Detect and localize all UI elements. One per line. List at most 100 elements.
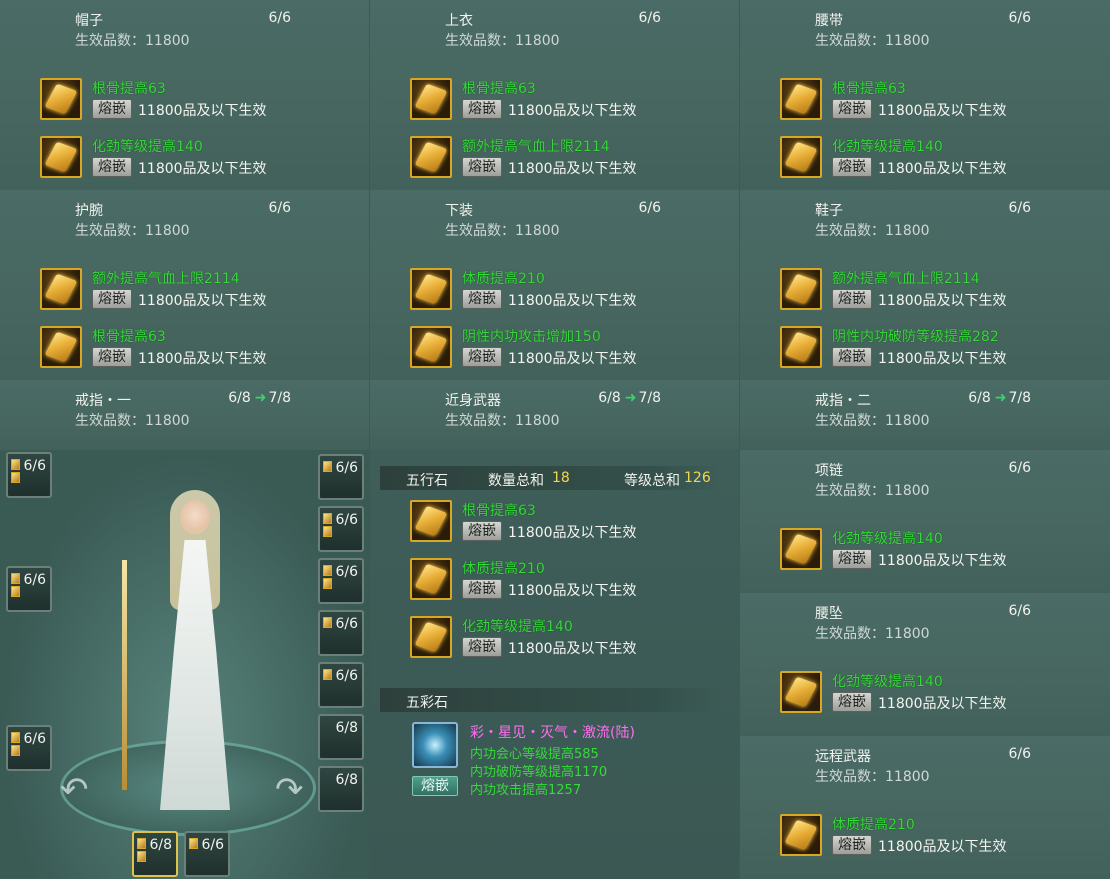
- gem-icon[interactable]: [780, 814, 822, 856]
- gem-icon[interactable]: [410, 558, 452, 600]
- section-title: 护腕: [75, 203, 103, 219]
- equip-slot-left-1[interactable]: 6/6: [6, 452, 52, 498]
- gem-icon[interactable]: [780, 671, 822, 713]
- fuse-button[interactable]: 熔嵌: [462, 157, 502, 177]
- section-title: 近身武器: [445, 393, 501, 409]
- grade-label: 生效品数：: [815, 223, 885, 239]
- count-current: 6/8: [228, 390, 251, 406]
- section-title: 帽子: [75, 13, 103, 29]
- equip-slot-bottom-2[interactable]: 6/6: [184, 831, 230, 877]
- slot-count: 6/8: [335, 772, 358, 788]
- five-color-attr: 内功破防等级提高1170: [470, 765, 608, 780]
- grade-value: 11800: [885, 626, 930, 642]
- fuse-button[interactable]: 熔嵌: [832, 157, 872, 177]
- section-count: 6/8 ➜ 7/8: [228, 390, 291, 406]
- gem-mini-icon: [323, 513, 332, 524]
- character-model[interactable]: [140, 480, 250, 820]
- grade-label: 生效品数：: [815, 483, 885, 499]
- equip-slot-right-7[interactable]: 6/8: [318, 766, 364, 812]
- gem-desc: 11800品及以下生效: [138, 351, 267, 367]
- gem-icon[interactable]: [780, 268, 822, 310]
- equip-slot-right-1[interactable]: 6/6: [318, 454, 364, 500]
- gem-name: 阴性内功破防等级提高282: [832, 329, 999, 345]
- section-count: 6/8 ➜ 7/8: [598, 390, 661, 406]
- five-color-fuse-button[interactable]: 熔嵌: [412, 776, 458, 796]
- equip-slot-right-2[interactable]: 6/6: [318, 506, 364, 552]
- equip-slot-right-3[interactable]: 6/6: [318, 558, 364, 604]
- gem-icon[interactable]: [410, 136, 452, 178]
- count-next: 7/8: [638, 390, 661, 406]
- section-count: 6/6: [638, 10, 661, 26]
- gem-icon[interactable]: [40, 78, 82, 120]
- gem-desc: 11800品及以下生效: [878, 293, 1007, 309]
- fuse-button[interactable]: 熔嵌: [462, 521, 502, 541]
- fuse-button[interactable]: 熔嵌: [832, 347, 872, 367]
- fuse-button[interactable]: 熔嵌: [462, 289, 502, 309]
- section-count: 6/6: [1008, 200, 1031, 216]
- five-color-stone-icon[interactable]: [412, 722, 458, 768]
- grade-value: 11800: [885, 769, 930, 785]
- gem-icon[interactable]: [410, 616, 452, 658]
- gem-desc: 11800品及以下生效: [138, 293, 267, 309]
- equip-slot-right-6[interactable]: 6/8: [318, 714, 364, 760]
- section-grade: 生效品数：11800: [815, 30, 930, 50]
- gem-icon[interactable]: [780, 326, 822, 368]
- grade-label: 生效品数：: [815, 769, 885, 785]
- gem-icon[interactable]: [410, 500, 452, 542]
- gem-icon[interactable]: [780, 78, 822, 120]
- panel-shoes: 鞋子 6/6 生效品数：11800 额外提高气血上限2114 熔嵌 11800品…: [740, 190, 1110, 380]
- five-color-title: 五彩石: [406, 695, 448, 711]
- gem-icon[interactable]: [410, 268, 452, 310]
- section-title: 腰带: [815, 13, 843, 29]
- grade-label: 生效品数：: [815, 626, 885, 642]
- rotate-right-icon[interactable]: ↷: [275, 770, 304, 810]
- fuse-button[interactable]: 熔嵌: [92, 289, 132, 309]
- panel-hat: 帽子 6/6 生效品数：11800 根骨提高63 熔嵌 11800品及以下生效 …: [0, 0, 369, 190]
- gem-desc: 11800品及以下生效: [508, 641, 637, 657]
- fuse-button[interactable]: 熔嵌: [92, 99, 132, 119]
- grade-label: 生效品数：: [815, 33, 885, 49]
- fuse-button[interactable]: 熔嵌: [832, 692, 872, 712]
- equip-slot-right-4[interactable]: 6/6: [318, 610, 364, 656]
- equip-slot-right-5[interactable]: 6/6: [318, 662, 364, 708]
- section-count: 6/6: [1008, 746, 1031, 762]
- gem-mini-icon: [11, 459, 20, 470]
- fuse-button[interactable]: 熔嵌: [832, 835, 872, 855]
- count-next: 7/8: [268, 390, 291, 406]
- five-elements-header: 五行石 数量总和 18 等级总和 126: [380, 466, 720, 490]
- fuse-button[interactable]: 熔嵌: [462, 347, 502, 367]
- fuse-button[interactable]: 熔嵌: [462, 637, 502, 657]
- fuse-button[interactable]: 熔嵌: [92, 157, 132, 177]
- gem-mini-icon: [323, 669, 332, 680]
- rotate-left-icon[interactable]: ↶: [60, 770, 89, 810]
- gem-name: 根骨提高63: [832, 81, 906, 97]
- fuse-button[interactable]: 熔嵌: [462, 99, 502, 119]
- panel-ring1: 戒指・一 6/8 ➜ 7/8 生效品数：11800: [0, 380, 369, 450]
- gem-icon[interactable]: [780, 528, 822, 570]
- panel-top: 上衣 6/6 生效品数：11800 根骨提高63 熔嵌 11800品及以下生效 …: [370, 0, 739, 190]
- gem-name: 额外提高气血上限2114: [462, 139, 610, 155]
- fuse-button[interactable]: 熔嵌: [832, 99, 872, 119]
- gem-name: 化劲等级提高140: [832, 531, 943, 547]
- gem-icon[interactable]: [410, 78, 452, 120]
- section-grade: 生效品数：11800: [445, 410, 560, 430]
- gem-name: 根骨提高63: [462, 503, 536, 519]
- gem-icon[interactable]: [410, 326, 452, 368]
- equip-slot-left-2[interactable]: 6/6: [6, 566, 52, 612]
- fuse-button[interactable]: 熔嵌: [832, 549, 872, 569]
- fuse-button[interactable]: 熔嵌: [832, 289, 872, 309]
- fuse-button[interactable]: 熔嵌: [462, 579, 502, 599]
- panel-belt: 腰带 6/6 生效品数：11800 根骨提高63 熔嵌 11800品及以下生效 …: [740, 0, 1110, 190]
- gem-name: 额外提高气血上限2114: [832, 271, 980, 287]
- gem-desc: 11800品及以下生效: [508, 103, 637, 119]
- equip-slot-left-3[interactable]: 6/6: [6, 725, 52, 771]
- gem-icon[interactable]: [780, 136, 822, 178]
- fuse-button[interactable]: 熔嵌: [92, 347, 132, 367]
- upgrade-arrow-icon: ➜: [254, 390, 267, 406]
- equip-slot-bottom-1[interactable]: 6/8: [132, 831, 178, 877]
- gem-icon[interactable]: [40, 268, 82, 310]
- section-grade: 生效品数：11800: [75, 410, 190, 430]
- gem-icon[interactable]: [40, 136, 82, 178]
- slot-count: 6/6: [335, 564, 358, 580]
- gem-icon[interactable]: [40, 326, 82, 368]
